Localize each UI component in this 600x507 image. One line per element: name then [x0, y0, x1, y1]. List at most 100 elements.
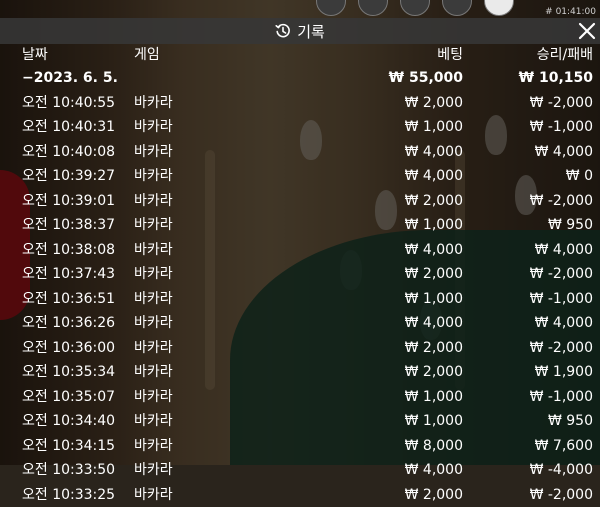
row-result: ₩ 4,000	[535, 311, 593, 336]
row-result: ₩ -4,000	[530, 458, 593, 483]
row-bet: ₩ 2,000	[405, 262, 463, 287]
row-time: 오전 10:38:08	[22, 238, 115, 263]
column-header-win-loss[interactable]: 승리/패배	[537, 44, 593, 64]
row-game: 바카라	[134, 360, 173, 385]
row-result: ₩ 4,000	[535, 238, 593, 263]
history-row[interactable]: 오전 10:38:08 바카라 ₩ 4,000 ₩ 4,000	[0, 238, 600, 263]
row-bet: ₩ 4,000	[405, 238, 463, 263]
row-bet: ₩ 2,000	[405, 189, 463, 214]
row-game: 바카라	[134, 262, 173, 287]
panel-title: 기록	[297, 21, 325, 42]
row-game: 바카라	[134, 140, 173, 165]
history-row[interactable]: 오전 10:35:07바카라₩ 1,000₩ -1,000	[0, 385, 600, 410]
row-time: 오전 10:33:50	[22, 458, 115, 483]
column-header-bet[interactable]: 베팅	[437, 44, 463, 64]
date-group-summary[interactable]: −2023. 6. 5. ₩ 55,000 ₩ 10,150	[0, 66, 600, 91]
row-time: 오전 10:40:31	[22, 115, 115, 140]
stream-timestamp: # 01:41:00	[545, 7, 596, 17]
top-indicator-dots	[316, 0, 514, 16]
row-bet: ₩ 4,000	[405, 458, 463, 483]
row-result: ₩ 4,000	[535, 140, 593, 165]
row-time: 오전 10:33:25	[22, 483, 115, 507]
row-time: 오전 10:36:26	[22, 311, 115, 336]
indicator-dot	[400, 0, 430, 16]
row-time: 오전 10:40:55	[22, 91, 115, 116]
row-game: 바카라	[134, 385, 173, 410]
close-button[interactable]	[576, 19, 598, 43]
column-header-row: 날짜 게임 베팅 승리/패배	[0, 44, 600, 66]
row-time: 오전 10:38:37	[22, 213, 115, 238]
row-game: 바카라	[134, 409, 173, 434]
indicator-dot	[358, 0, 388, 16]
row-bet: ₩ 2,000	[405, 483, 463, 507]
history-row[interactable]: 오전 10:40:08바카라₩ 4,000₩ 4,000	[0, 140, 600, 165]
indicator-dot	[316, 0, 346, 16]
history-list: −2023. 6. 5. ₩ 55,000 ₩ 10,150 오전 10:40:…	[0, 66, 600, 507]
summary-date: −2023. 6. 5.	[22, 66, 118, 91]
row-game: 바카라	[134, 189, 173, 214]
history-row[interactable]: 오전 10:33:50바카라₩ 4,000₩ -4,000	[0, 458, 600, 483]
history-row[interactable]: 오전 10:37:43 바카라 ₩ 2,000 ₩ -2,000	[0, 262, 600, 287]
history-icon	[275, 23, 291, 39]
row-bet: ₩ 2,000	[405, 360, 463, 385]
summary-bet: ₩ 55,000	[389, 66, 463, 91]
history-row[interactable]: 오전 10:35:34 바카라 ₩ 2,000 ₩ 1,900	[0, 360, 600, 385]
row-game: 바카라	[134, 91, 173, 116]
row-bet: ₩ 1,000	[405, 213, 463, 238]
column-header-date[interactable]: 날짜	[22, 44, 48, 64]
history-row[interactable]: 오전 10:34:40바카라₩ 1,000₩ 950	[0, 409, 600, 434]
row-bet: ₩ 8,000	[405, 434, 463, 459]
row-time: 오전 10:34:15	[22, 434, 115, 459]
row-result: ₩ -1,000	[530, 287, 593, 312]
close-icon	[576, 19, 598, 43]
row-result: ₩ 950	[548, 213, 593, 238]
row-result: ₩ 1,900	[535, 360, 593, 385]
row-time: 오전 10:39:27	[22, 164, 115, 189]
row-result: ₩ -2,000	[530, 483, 593, 507]
row-result: ₩ 950	[548, 409, 593, 434]
row-bet: ₩ 2,000	[405, 336, 463, 361]
row-bet: ₩ 1,000	[405, 287, 463, 312]
history-row[interactable]: 오전 10:36:00 바카라 ₩ 2,000 ₩ -2,000	[0, 336, 600, 361]
row-game: 바카라	[134, 238, 173, 263]
history-rows: 오전 10:40:55 바카라 ₩ 2,000 ₩ -2,000 오전 10:40:31…	[0, 91, 600, 507]
row-time: 오전 10:37:43	[22, 262, 115, 287]
column-header-game[interactable]: 게임	[134, 44, 160, 64]
summary-win-loss: ₩ 10,150	[519, 66, 593, 91]
history-row[interactable]: 오전 10:36:26바카라₩ 4,000₩ 4,000	[0, 311, 600, 336]
row-bet: ₩ 2,000	[405, 91, 463, 116]
row-game: 바카라	[134, 164, 173, 189]
row-result: ₩ -2,000	[530, 189, 593, 214]
history-row[interactable]: 오전 10:40:55 바카라 ₩ 2,000 ₩ -2,000	[0, 91, 600, 116]
row-result: ₩ -1,000	[530, 115, 593, 140]
history-row[interactable]: 오전 10:36:51바카라₩ 1,000₩ -1,000	[0, 287, 600, 312]
row-game: 바카라	[134, 213, 173, 238]
row-game: 바카라	[134, 434, 173, 459]
row-result: ₩ 7,600	[535, 434, 593, 459]
history-row[interactable]: 오전 10:34:15 바카라 ₩ 8,000 ₩ 7,600	[0, 434, 600, 459]
history-title-group: 기록	[275, 21, 325, 42]
row-time: 오전 10:36:51	[22, 287, 115, 312]
row-bet: ₩ 4,000	[405, 311, 463, 336]
row-bet: ₩ 4,000	[405, 164, 463, 189]
history-row[interactable]: 오전 10:38:37 바카라 ₩ 1,000 ₩ 950	[0, 213, 600, 238]
history-row[interactable]: 오전 10:39:27 바카라 ₩ 4,000 ₩ 0	[0, 164, 600, 189]
row-result: ₩ -2,000	[530, 262, 593, 287]
history-row[interactable]: 오전 10:40:31바카라₩ 1,000₩ -1,000	[0, 115, 600, 140]
row-time: 오전 10:35:07	[22, 385, 115, 410]
row-result: ₩ -2,000	[530, 91, 593, 116]
indicator-dot	[484, 0, 514, 16]
row-time: 오전 10:36:00	[22, 336, 115, 361]
row-bet: ₩ 1,000	[405, 409, 463, 434]
row-bet: ₩ 1,000	[405, 385, 463, 410]
indicator-dot	[442, 0, 472, 16]
history-row[interactable]: 오전 10:39:01바카라₩ 2,000₩ -2,000	[0, 189, 600, 214]
row-game: 바카라	[134, 115, 173, 140]
row-game: 바카라	[134, 336, 173, 361]
row-result: ₩ -2,000	[530, 336, 593, 361]
row-time: 오전 10:35:34	[22, 360, 115, 385]
row-result: ₩ 0	[566, 164, 593, 189]
history-panel-header: 기록	[0, 18, 600, 44]
row-bet: ₩ 4,000	[405, 140, 463, 165]
history-row[interactable]: 오전 10:33:25바카라₩ 2,000₩ -2,000	[0, 483, 600, 507]
